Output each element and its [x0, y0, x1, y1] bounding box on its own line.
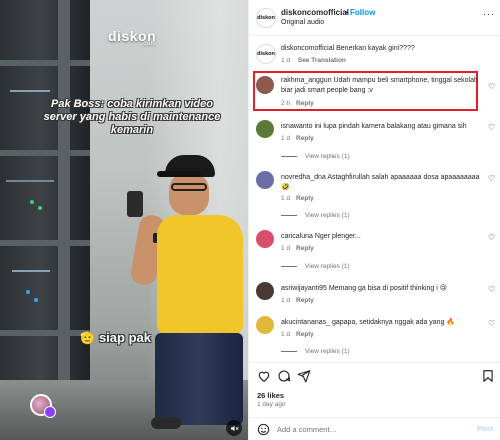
like-comment-heart-icon[interactable]: ♡	[488, 285, 495, 294]
server-rack	[0, 0, 90, 440]
person-figure	[127, 155, 245, 435]
like-comment-heart-icon[interactable]: ♡	[488, 82, 495, 91]
more-options-icon[interactable]: ···	[483, 9, 495, 19]
brand-watermark: diskon .com	[108, 28, 157, 47]
follow-button[interactable]: Follow	[350, 8, 375, 17]
audio-link[interactable]: Original audio	[281, 19, 324, 26]
commenter-avatar[interactable]	[256, 76, 274, 94]
mute-icon	[230, 425, 239, 431]
caption-avatar[interactable]: diskon	[256, 44, 276, 64]
comment-meta: 1 d Reply	[281, 245, 314, 252]
view-replies-button[interactable]: View replies (1)	[281, 263, 350, 270]
reply-button[interactable]: Reply	[296, 297, 314, 304]
comment-icon[interactable]	[277, 369, 291, 383]
reply-button[interactable]: Reply	[296, 135, 314, 142]
like-comment-heart-icon[interactable]: ♡	[488, 233, 495, 242]
comment-meta: 1 d Reply	[281, 297, 314, 304]
post-time: 1 day ago	[257, 401, 286, 408]
heart-icon[interactable]	[257, 369, 271, 383]
comment-meta: 1 d Reply	[281, 331, 314, 338]
reply-button[interactable]: Reply	[296, 245, 314, 252]
commenter-avatar[interactable]	[256, 282, 274, 300]
emoji-icon[interactable]	[257, 423, 270, 436]
video-bottom-text: 🫡 siap pak	[80, 330, 151, 345]
comment-meta: 1 d Reply	[281, 195, 314, 202]
post-header: diskon diskoncomofficial • Follow Origin…	[249, 0, 500, 36]
comment-text: asriwijayanti95 Memang ga bisa di positi…	[281, 285, 448, 292]
comment-meta: 2 h Reply	[281, 100, 314, 107]
video-caption: Pak Boss: coba kirimkan video server yan…	[43, 98, 221, 136]
reply-button[interactable]: Reply	[296, 331, 314, 338]
comment-composer: Post	[249, 417, 500, 440]
post-button[interactable]: Post	[477, 424, 493, 433]
video-avatar[interactable]	[30, 394, 56, 418]
reply-button[interactable]: Reply	[296, 100, 314, 107]
like-comment-heart-icon[interactable]: ♡	[488, 123, 495, 132]
post-actions: 26 likes 1 day ago Post	[249, 362, 500, 440]
commenter-avatar[interactable]	[256, 171, 274, 189]
view-replies-button[interactable]: View replies (1)	[281, 212, 350, 219]
comment-text: rakhma_anggun Udah mampu beli smartphone…	[281, 77, 478, 94]
post-panel: diskon diskoncomofficial • Follow Origin…	[248, 0, 500, 440]
comment-meta: 1 d Reply	[281, 135, 314, 142]
like-comment-heart-icon[interactable]: ♡	[488, 174, 495, 183]
author-username[interactable]: diskoncomofficial	[281, 8, 349, 17]
caption-meta: 1 d See Translation	[281, 57, 346, 64]
see-translation-link[interactable]: See Translation	[298, 57, 346, 64]
video-player[interactable]: diskon .com Pak Boss: coba kirimkan video…	[0, 0, 248, 440]
mute-button[interactable]	[226, 420, 242, 436]
reply-button[interactable]: Reply	[296, 195, 314, 202]
comment-text: akucintananas_ gapapa, setidaknya nggak …	[281, 319, 456, 326]
share-icon[interactable]	[297, 369, 311, 383]
comment-text: isnawanto ini lupa pindah kamera balakan…	[281, 123, 467, 130]
author-avatar[interactable]: diskon	[256, 8, 276, 28]
commenter-avatar[interactable]	[256, 230, 274, 248]
separator: •	[345, 8, 348, 17]
like-comment-heart-icon[interactable]: ♡	[488, 319, 495, 328]
save-icon[interactable]	[481, 369, 495, 383]
likes-count[interactable]: 26 likes	[257, 391, 284, 400]
commenter-avatar[interactable]	[256, 120, 274, 138]
comment-text: novredha_dna Astaghfirullah salah apaaaa…	[281, 174, 480, 191]
phone-in-hand	[127, 191, 143, 217]
comment-input[interactable]	[277, 422, 467, 437]
commenter-avatar[interactable]	[256, 316, 274, 334]
caption-text: diskoncomofficial Benerkan kayak gini???…	[281, 45, 415, 52]
comment-text: caricaluna Nger plenger...	[281, 233, 361, 240]
view-replies-button[interactable]: View replies (1)	[281, 348, 350, 355]
view-replies-button[interactable]: View replies (1)	[281, 153, 350, 160]
